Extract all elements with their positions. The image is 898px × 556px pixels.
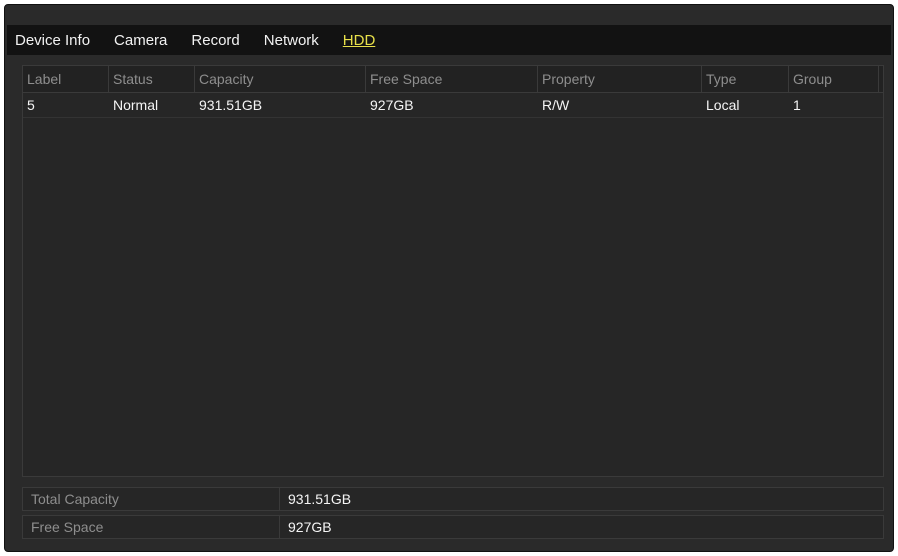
tab-hdd[interactable]: HDD: [343, 32, 376, 49]
total-capacity-row: Total Capacity 931.51GB: [22, 487, 884, 511]
tab-bar: Device Info Camera Record Network HDD: [7, 25, 891, 55]
divider: [279, 516, 280, 538]
free-space-row: Free Space 927GB: [22, 515, 884, 539]
total-capacity-value: 931.51GB: [288, 491, 352, 507]
table-row[interactable]: 5 Normal 931.51GB 927GB R/W Local 1: [23, 93, 883, 118]
total-capacity-label: Total Capacity: [31, 491, 119, 507]
free-space-label: Free Space: [31, 519, 104, 535]
column-header-group[interactable]: Group: [789, 66, 879, 92]
cell-group: 1: [793, 97, 801, 113]
tab-device-info[interactable]: Device Info: [15, 32, 90, 49]
tab-record[interactable]: Record: [191, 32, 239, 49]
cell-free-space: 927GB: [370, 97, 414, 113]
cell-capacity: 931.51GB: [199, 97, 263, 113]
free-space-value: 927GB: [288, 519, 332, 535]
table-header: Label Status Capacity Free Space Propert…: [23, 66, 883, 93]
cell-type: Local: [706, 97, 740, 113]
tab-camera[interactable]: Camera: [114, 32, 167, 49]
cell-label: 5: [27, 97, 35, 113]
column-header-label[interactable]: Label: [23, 66, 109, 92]
column-header-status[interactable]: Status: [109, 66, 195, 92]
column-header-free-space[interactable]: Free Space: [366, 66, 538, 92]
column-header-capacity[interactable]: Capacity: [195, 66, 366, 92]
tab-network[interactable]: Network: [264, 32, 319, 49]
column-header-type[interactable]: Type: [702, 66, 789, 92]
cell-status: Normal: [113, 97, 159, 113]
divider: [279, 488, 280, 510]
hdd-table: Label Status Capacity Free Space Propert…: [22, 65, 884, 477]
column-header-property[interactable]: Property: [538, 66, 702, 92]
hdd-info-window: Device Info Camera Record Network HDD La…: [4, 4, 894, 552]
cell-property: R/W: [542, 97, 570, 113]
